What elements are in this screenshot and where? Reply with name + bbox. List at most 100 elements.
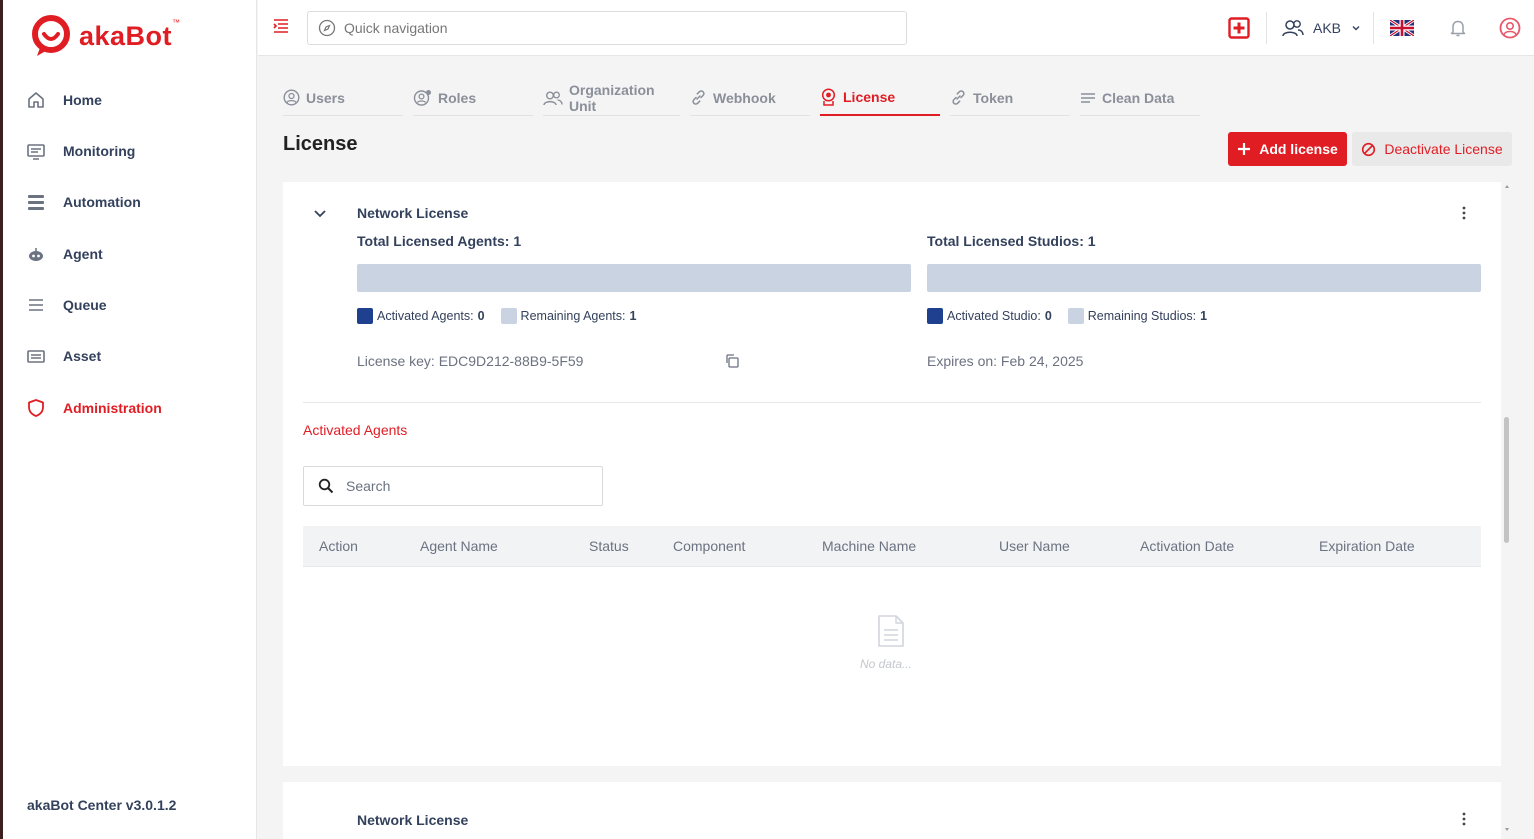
empty-state-text: No data... [859, 657, 913, 671]
user-circle-icon [283, 89, 300, 106]
link-icon [690, 89, 707, 106]
column-header[interactable]: Status [589, 538, 629, 554]
sidebar-item-automation[interactable]: Automation [25, 188, 141, 216]
search-input[interactable] [346, 478, 586, 494]
license-key: License key: EDC9D212-88B9-5F59 [357, 353, 584, 369]
sidebar-item-queue[interactable]: Queue [25, 291, 107, 319]
column-header[interactable]: Machine Name [822, 538, 916, 554]
column-header[interactable]: User Name [999, 538, 1070, 554]
legend-value: 0 [1044, 309, 1052, 323]
shield-icon [25, 397, 47, 419]
tab-label: Clean Data [1102, 89, 1175, 106]
tab-webhook[interactable]: Webhook [690, 80, 810, 116]
tab-license[interactable]: License [820, 80, 940, 116]
deactivate-license-button[interactable]: Deactivate License [1352, 132, 1512, 166]
tenant-name: AKB [1312, 20, 1341, 36]
column-header[interactable]: Component [673, 538, 745, 554]
remaining-swatch [500, 308, 517, 324]
add-shortcut-button[interactable] [1214, 0, 1264, 56]
more-options-icon[interactable] [1455, 810, 1473, 828]
automation-icon [25, 191, 47, 213]
sidebar-item-home[interactable]: Home [25, 86, 102, 114]
akabot-logo[interactable]: akaBot ™ [27, 14, 180, 58]
monitor-icon [25, 140, 47, 162]
tab-label: Roles [438, 89, 477, 106]
link-icon [950, 89, 967, 106]
legend-value: 0 [477, 309, 485, 323]
bell-icon [1450, 20, 1466, 37]
tab-clean-data[interactable]: Clean Data [1080, 80, 1200, 116]
column-header[interactable]: Expiration Date [1319, 538, 1415, 554]
tab-users[interactable]: Users [283, 80, 403, 116]
sidebar-item-label: Home [63, 92, 102, 108]
robot-icon [25, 243, 47, 265]
notifications-button[interactable] [1430, 0, 1486, 56]
agents-legend: Activated Agents: 0 Remaining Agents: 1 [357, 308, 652, 324]
home-icon [25, 89, 47, 111]
divider [303, 402, 1481, 403]
uk-flag-icon [1390, 20, 1414, 36]
sidebar-item-agent[interactable]: Agent [25, 240, 103, 268]
empty-document-icon [878, 615, 904, 647]
sidebar-item-label: Automation [63, 194, 141, 210]
activated-agents-title: Activated Agents [303, 422, 408, 438]
chevron-down-icon[interactable] [311, 204, 329, 222]
legend-label: Activated Agents: [377, 309, 474, 323]
tab-roles[interactable]: Roles [413, 80, 533, 116]
profile-button[interactable] [1486, 0, 1534, 56]
agents-usage-bar [357, 264, 911, 292]
users-icon [1282, 20, 1304, 37]
activated-swatch [927, 308, 943, 324]
user-avatar-icon [1499, 17, 1521, 39]
column-header[interactable]: Agent Name [420, 538, 498, 554]
lines-icon [1080, 91, 1096, 105]
tab-organization-unit[interactable]: Organization Unit [543, 80, 680, 116]
column-header[interactable]: Activation Date [1140, 538, 1234, 554]
sidebar-item-label: Queue [63, 297, 107, 313]
more-options-icon[interactable] [1455, 204, 1473, 222]
sidebar: akaBot ™ Home Monitoring Automation Agen… [3, 0, 257, 839]
role-icon [413, 89, 432, 106]
sidebar-item-asset[interactable]: Asset [25, 342, 101, 370]
ban-icon [1362, 142, 1376, 156]
tenant-selector[interactable]: AKB [1267, 0, 1373, 56]
license-expiry: Expires on: Feb 24, 2025 [927, 353, 1084, 369]
top-bar: AKB [258, 0, 1534, 56]
studios-usage-bar [927, 264, 1481, 292]
add-license-button[interactable]: Add license [1228, 132, 1347, 166]
sidebar-item-administration[interactable]: Administration [25, 394, 162, 422]
logo-tm: ™ [172, 18, 181, 27]
logo-text: akaBot [79, 20, 173, 51]
sidebar-item-label: Monitoring [63, 143, 136, 159]
legend-label: Activated Studio: [947, 309, 1041, 323]
total-licensed-agents: Total Licensed Agents: 1 [357, 233, 522, 249]
agent-search[interactable] [303, 466, 603, 506]
language-button[interactable] [1374, 0, 1430, 56]
legend-value: 1 [1200, 309, 1208, 323]
license-icon [820, 88, 837, 106]
tab-token[interactable]: Token [950, 80, 1070, 116]
asset-icon [25, 345, 47, 367]
total-licensed-studios: Total Licensed Studios: 1 [927, 233, 1096, 249]
legend-value: 1 [629, 309, 637, 323]
quick-navigation[interactable] [307, 11, 907, 45]
plus-icon [1238, 143, 1251, 155]
column-header[interactable]: Action [319, 538, 358, 554]
tab-label: Organization Unit [569, 81, 655, 114]
table-header: Action Agent Name Status Component Machi… [303, 526, 1481, 567]
collapse-menu-icon[interactable] [272, 18, 292, 38]
queue-icon [25, 294, 47, 316]
legend-label: Remaining Agents: [520, 309, 626, 323]
sidebar-item-label: Agent [63, 246, 103, 262]
empty-state: No data... [860, 614, 916, 671]
license-card: Network License [283, 782, 1501, 839]
sidebar-item-monitoring[interactable]: Monitoring [25, 137, 135, 165]
legend-label: Remaining Studios: [1087, 309, 1197, 323]
quick-navigation-input[interactable] [344, 20, 884, 36]
tab-label: Token [973, 89, 1014, 106]
compass-icon [318, 19, 336, 37]
add-license-label: Add license [1259, 141, 1338, 157]
scrollbar-thumb[interactable] [1504, 417, 1509, 543]
copy-icon[interactable] [724, 353, 740, 369]
app-version: akaBot Center v3.0.1.2 [27, 797, 177, 813]
